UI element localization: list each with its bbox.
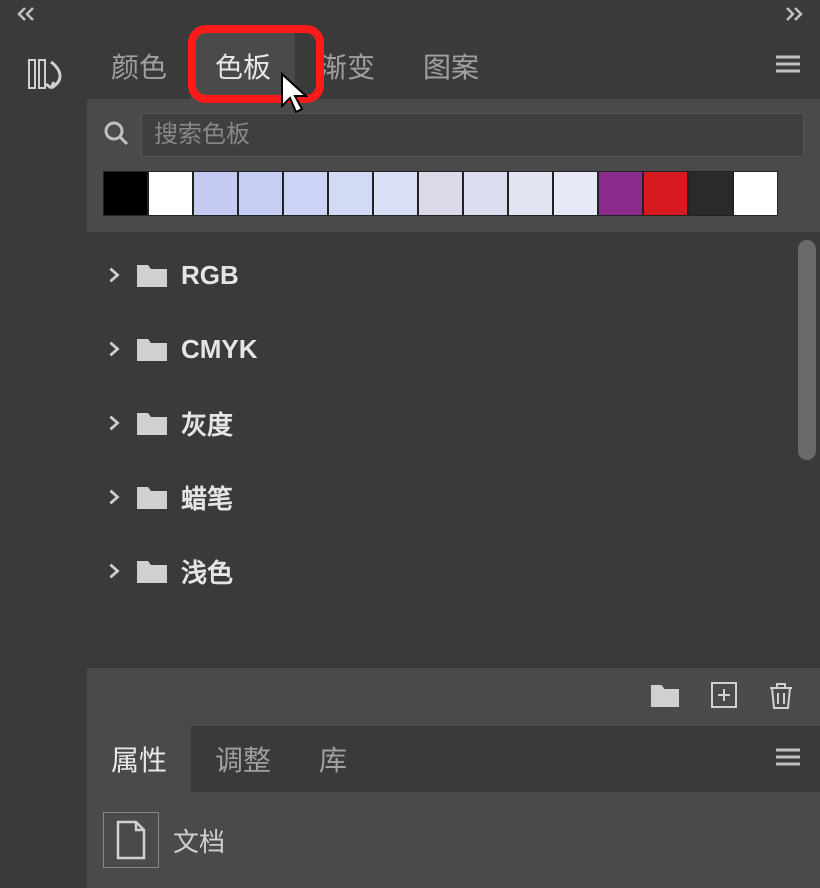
chevron-right-icon <box>105 340 123 358</box>
swatch-14[interactable] <box>733 171 778 216</box>
new-group-icon[interactable] <box>650 682 680 713</box>
folder-item[interactable]: CMYK <box>87 312 820 386</box>
folder-item[interactable]: 灰度 <box>87 386 820 460</box>
swatch-6[interactable] <box>373 171 418 216</box>
folder-icon <box>135 261 169 289</box>
search-icon <box>103 120 129 151</box>
panel-menu-icon[interactable] <box>774 747 802 772</box>
tab-swatches[interactable]: 色板 <box>191 33 295 99</box>
window-top-bar <box>0 0 820 33</box>
chevron-right-icon <box>105 266 123 284</box>
swatch-5[interactable] <box>328 171 373 216</box>
folder-name: 蜡笔 <box>181 479 233 516</box>
new-swatch-icon[interactable] <box>710 681 738 714</box>
swatch-3[interactable] <box>238 171 283 216</box>
tab-pattern[interactable]: 图案 <box>399 33 503 99</box>
folder-icon <box>135 335 169 363</box>
swatch-8[interactable] <box>463 171 508 216</box>
swatch-folder-list: RGB CMYK 灰度 蜡笔 浅色 <box>87 232 820 668</box>
folder-item[interactable]: 蜡笔 <box>87 460 820 534</box>
tab-properties[interactable]: 属性 <box>87 726 191 792</box>
swatch-strip <box>87 171 820 232</box>
tab-color[interactable]: 颜色 <box>87 33 191 99</box>
folder-item[interactable]: RGB <box>87 238 820 312</box>
swatch-10[interactable] <box>553 171 598 216</box>
chevron-right-icon <box>105 488 123 506</box>
document-label: 文档 <box>173 822 225 859</box>
folder-name: RGB <box>181 260 239 291</box>
folder-item[interactable]: 浅色 <box>87 534 820 608</box>
collapse-right-icon[interactable] <box>783 6 805 27</box>
search-input[interactable] <box>141 113 804 157</box>
panel-menu-icon[interactable] <box>774 54 802 79</box>
side-tool-rail <box>0 33 87 888</box>
folder-name: 灰度 <box>181 405 233 442</box>
tab-adjustments[interactable]: 调整 <box>191 726 295 792</box>
swatch-13[interactable] <box>688 171 733 216</box>
folder-name: CMYK <box>181 334 258 365</box>
collapse-left-icon[interactable] <box>15 6 37 27</box>
chevron-right-icon <box>105 562 123 580</box>
swatch-9[interactable] <box>508 171 553 216</box>
swatch-7[interactable] <box>418 171 463 216</box>
swatches-footer <box>87 668 820 726</box>
folder-name: 浅色 <box>181 553 233 590</box>
tab-gradient[interactable]: 渐变 <box>295 33 399 99</box>
document-icon <box>103 812 159 868</box>
scrollbar-thumb[interactable] <box>798 240 816 460</box>
properties-tabs: 属性 调整 库 <box>87 726 820 792</box>
swatches-tabs: 颜色 色板 渐变 图案 <box>87 33 820 99</box>
folder-icon <box>135 409 169 437</box>
tab-libraries[interactable]: 库 <box>295 726 371 792</box>
swatch-1[interactable] <box>148 171 193 216</box>
swatch-11[interactable] <box>598 171 643 216</box>
swatch-4[interactable] <box>283 171 328 216</box>
folder-icon <box>135 483 169 511</box>
swatch-2[interactable] <box>193 171 238 216</box>
tool-button[interactable] <box>19 49 69 99</box>
chevron-right-icon <box>105 414 123 432</box>
swatch-12[interactable] <box>643 171 688 216</box>
swatch-0[interactable] <box>103 171 148 216</box>
folder-icon <box>135 557 169 585</box>
trash-icon[interactable] <box>768 680 794 715</box>
